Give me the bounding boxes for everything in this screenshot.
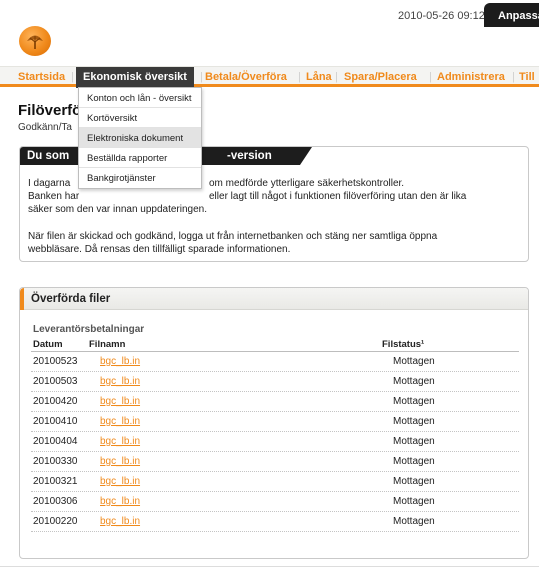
column-header-date: Datum xyxy=(33,339,63,350)
notice-text: Banken har xyxy=(28,191,80,202)
table-row: 20100321 bgc_lb.in Mottagen xyxy=(31,472,519,492)
notice-text: När filen är skickad och godkänd, logga … xyxy=(28,231,438,242)
row-status: Mottagen xyxy=(393,356,435,367)
table-row: 20100330 bgc_lb.in Mottagen xyxy=(31,452,519,472)
menu-item-kortoversikt[interactable]: Kortöversikt xyxy=(79,108,201,128)
nav-item-startsida[interactable]: Startsida xyxy=(18,71,65,83)
file-link[interactable]: bgc_lb.in xyxy=(100,356,140,367)
notice-text: eller lagt till något i funktionen filöv… xyxy=(209,191,467,202)
file-link[interactable]: bgc_lb.in xyxy=(100,456,140,467)
nav-item-spara-placera[interactable]: Spara/Placera xyxy=(344,71,417,83)
nav-separator: | xyxy=(429,71,432,83)
table-row: 20100503 bgc_lb.in Mottagen xyxy=(31,372,519,392)
file-link[interactable]: bgc_lb.in xyxy=(100,376,140,387)
nav-item-till[interactable]: Till xyxy=(519,71,535,83)
row-status: Mottagen xyxy=(393,456,435,467)
file-link[interactable]: bgc_lb.in xyxy=(100,496,140,507)
notice-text: webbläsare. Då rensas den tillfälligt sp… xyxy=(28,244,291,255)
notice-text: säker som den var innan uppdateringen. xyxy=(28,204,208,215)
nav-item-betala-overfora[interactable]: Betala/Överföra xyxy=(205,71,287,83)
row-status: Mottagen xyxy=(393,476,435,487)
table-row: 20100306 bgc_lb.in Mottagen xyxy=(31,492,519,512)
row-date: 20100523 xyxy=(33,356,78,367)
panel-title: Överförda filer xyxy=(31,293,111,305)
menu-item-elektroniska-dokument[interactable]: Elektroniska dokument xyxy=(79,128,201,148)
table-row: 20100404 bgc_lb.in Mottagen xyxy=(31,432,519,452)
row-date: 20100220 xyxy=(33,516,78,527)
table-row: 20100420 bgc_lb.in Mottagen xyxy=(31,392,519,412)
header-accent xyxy=(20,288,24,310)
file-link[interactable]: bgc_lb.in xyxy=(100,416,140,427)
notice-text: I dagarna xyxy=(28,178,71,189)
menu-item-konton-och-lan[interactable]: Konton och lån - översikt xyxy=(79,88,201,108)
page-bottom-divider xyxy=(0,566,539,567)
customize-button[interactable]: Anpassa xyxy=(484,3,539,27)
row-date: 20100330 xyxy=(33,456,78,467)
nav-item-lana[interactable]: Låna xyxy=(306,71,332,83)
row-status: Mottagen xyxy=(393,496,435,507)
session-datetime: 2010-05-26 09:12 xyxy=(398,10,485,22)
notice-title-left: Du som xyxy=(27,150,70,162)
column-header-status: Filstatus¹ xyxy=(382,339,425,350)
table-row: 20100523 bgc_lb.in Mottagen xyxy=(31,352,519,372)
row-status: Mottagen xyxy=(393,396,435,407)
table-row: 20100410 bgc_lb.in Mottagen xyxy=(31,412,519,432)
row-date: 20100306 xyxy=(33,496,78,507)
top-bar: 2010-05-26 09:12 Anpassa xyxy=(0,0,539,64)
nav-separator: | xyxy=(335,71,338,83)
file-link[interactable]: bgc_lb.in xyxy=(100,476,140,487)
menu-item-bankgirotjanster[interactable]: Bankgirotjänster xyxy=(79,168,201,188)
row-status: Mottagen xyxy=(393,516,435,527)
panel-header: Överförda filer xyxy=(20,288,528,310)
nav-separator: | xyxy=(512,71,515,83)
table-row: 20100220 bgc_lb.in Mottagen xyxy=(31,512,519,532)
group-label: Leverantörsbetalningar xyxy=(33,324,145,335)
column-header-filename: Filnamn xyxy=(89,339,126,350)
file-link[interactable]: bgc_lb.in xyxy=(100,516,140,527)
tree-icon xyxy=(27,35,43,49)
page-title: Filöverfö xyxy=(18,102,82,119)
nav-separator: | xyxy=(298,71,301,83)
notice-title-right: -version xyxy=(227,150,272,162)
nav-item-administrera[interactable]: Administrera xyxy=(437,71,505,83)
menu-item-bestallda-rapporter[interactable]: Beställda rapporter xyxy=(79,148,201,168)
nav-separator: | xyxy=(71,71,74,83)
row-status: Mottagen xyxy=(393,436,435,447)
row-date: 20100321 xyxy=(33,476,78,487)
bank-logo[interactable] xyxy=(19,26,51,56)
file-link[interactable]: bgc_lb.in xyxy=(100,396,140,407)
row-date: 20100420 xyxy=(33,396,78,407)
row-date: 20100404 xyxy=(33,436,78,447)
nav-separator: | xyxy=(200,71,203,83)
row-status: Mottagen xyxy=(393,376,435,387)
row-date: 20100410 xyxy=(33,416,78,427)
file-link[interactable]: bgc_lb.in xyxy=(100,436,140,447)
transferred-files-panel: Överförda filer Leverantörsbetalningar D… xyxy=(19,287,529,559)
nav-item-ekonomisk-oversikt[interactable]: Ekonomisk översikt xyxy=(76,67,194,88)
ekonomisk-oversikt-dropdown: Konton och lån - översikt Kortöversikt E… xyxy=(78,87,202,189)
notice-text: om medförde ytterligare säkerhetskontrol… xyxy=(209,178,405,189)
page-subtitle: Godkänn/Ta xyxy=(18,122,72,133)
row-date: 20100503 xyxy=(33,376,78,387)
main-nav: Startsida | Ekonomisk översikt | Betala/… xyxy=(0,66,539,88)
row-status: Mottagen xyxy=(393,416,435,427)
